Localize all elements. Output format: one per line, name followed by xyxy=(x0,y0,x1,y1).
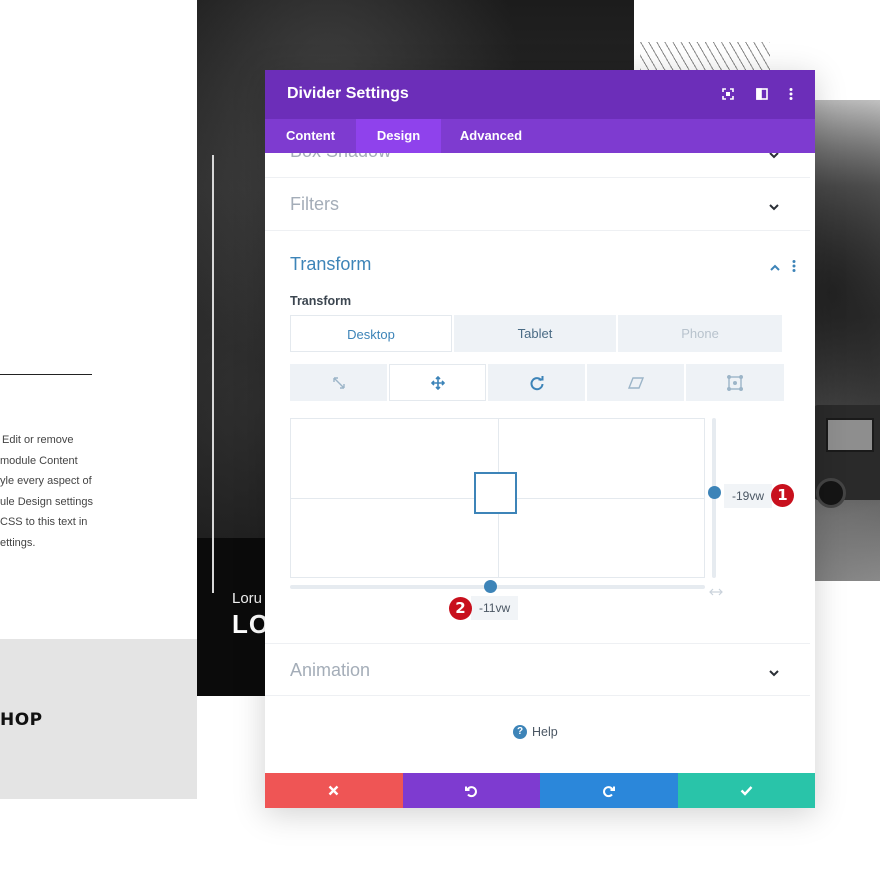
chevron-down-icon xyxy=(768,666,780,678)
divider-settings-modal: Divider Settings Content Design Advanced… xyxy=(265,70,815,808)
undo-icon xyxy=(465,785,478,797)
modal-header: Divider Settings xyxy=(265,70,815,119)
section-title-transform[interactable]: Transform xyxy=(290,254,371,275)
transform-preview-square[interactable] xyxy=(474,472,517,514)
translate-y-slider-handle[interactable] xyxy=(708,486,721,499)
body-text-line: yle every aspect of xyxy=(0,475,92,487)
undo-button[interactable] xyxy=(402,773,540,808)
modal-title: Divider Settings xyxy=(287,85,409,102)
translate-x-value[interactable]: -11vw xyxy=(471,596,519,620)
discard-icon xyxy=(328,785,339,796)
section-options-icon[interactable] xyxy=(792,259,798,273)
save-button[interactable] xyxy=(677,773,815,808)
caption-small: Loru xyxy=(232,590,263,607)
body-text: Edit or remove module Content yle every … xyxy=(0,430,100,553)
body-text-line: CSS to this text in xyxy=(0,516,88,528)
rotate-icon[interactable] xyxy=(488,364,585,401)
expand-icon[interactable] xyxy=(719,85,737,103)
help-link[interactable]: ? Help xyxy=(513,724,558,740)
section-title: Filters xyxy=(290,194,339,214)
vertical-divider xyxy=(212,155,214,593)
chevron-up-icon[interactable] xyxy=(769,260,781,271)
section-animation[interactable]: Animation xyxy=(265,643,810,696)
section-filters[interactable]: Filters xyxy=(265,178,810,231)
body-text-line: Edit or remove xyxy=(2,434,74,446)
origin-icon[interactable] xyxy=(686,364,784,401)
jeep-wheel xyxy=(816,478,846,508)
body-text-line: module Content xyxy=(0,454,78,467)
translate-icon[interactable] xyxy=(389,364,486,401)
translate-x-slider-track[interactable] xyxy=(290,585,705,589)
redo-icon xyxy=(602,785,615,797)
tree-branches-image xyxy=(640,42,770,70)
divider-line xyxy=(0,374,92,375)
chevron-down-icon xyxy=(768,153,780,160)
modal-footer xyxy=(265,773,815,808)
section-title: Animation xyxy=(290,660,371,680)
settings-tabs: Content Design Advanced xyxy=(265,119,815,153)
device-tab-phone[interactable]: Phone xyxy=(618,315,782,352)
field-label: Transform xyxy=(290,294,352,308)
redo-button[interactable] xyxy=(540,773,678,808)
more-options-icon[interactable] xyxy=(782,85,800,103)
annotation-badge-1: 1 xyxy=(771,484,794,507)
device-tab-desktop[interactable]: Desktop xyxy=(290,315,452,352)
page: Edit or remove module Content yle every … xyxy=(0,0,880,871)
tab-content[interactable]: Content xyxy=(265,119,356,153)
body-text-line: ettings. xyxy=(0,536,36,549)
scale-icon[interactable] xyxy=(290,364,387,401)
annotation-badge-2: 2 xyxy=(449,597,472,620)
help-label: Help xyxy=(532,725,558,739)
shop-label: HOP xyxy=(0,710,43,730)
save-check-icon xyxy=(740,786,753,796)
section-title: Box Shadow xyxy=(290,153,391,162)
tab-design[interactable]: Design xyxy=(356,119,441,153)
jeep-window xyxy=(826,418,874,452)
link-values-icon[interactable] xyxy=(709,583,723,596)
skew-icon[interactable] xyxy=(587,364,684,401)
help-icon: ? xyxy=(513,725,527,739)
section-box-shadow[interactable]: Box Shadow xyxy=(265,153,810,178)
transform-tool-tabs xyxy=(290,364,784,401)
device-tabs: Desktop Tablet Phone xyxy=(290,315,784,352)
translate-preview-grid xyxy=(290,418,705,578)
tab-advanced[interactable]: Advanced xyxy=(441,119,541,153)
translate-x-slider-handle[interactable] xyxy=(484,580,497,593)
chevron-down-icon xyxy=(768,200,780,212)
body-text-line: ule Design settings xyxy=(0,495,93,508)
sidebar-toggle-icon[interactable] xyxy=(753,85,771,103)
translate-y-value[interactable]: -19vw xyxy=(724,484,773,508)
device-tab-tablet[interactable]: Tablet xyxy=(454,315,616,352)
discard-button[interactable] xyxy=(265,773,403,808)
